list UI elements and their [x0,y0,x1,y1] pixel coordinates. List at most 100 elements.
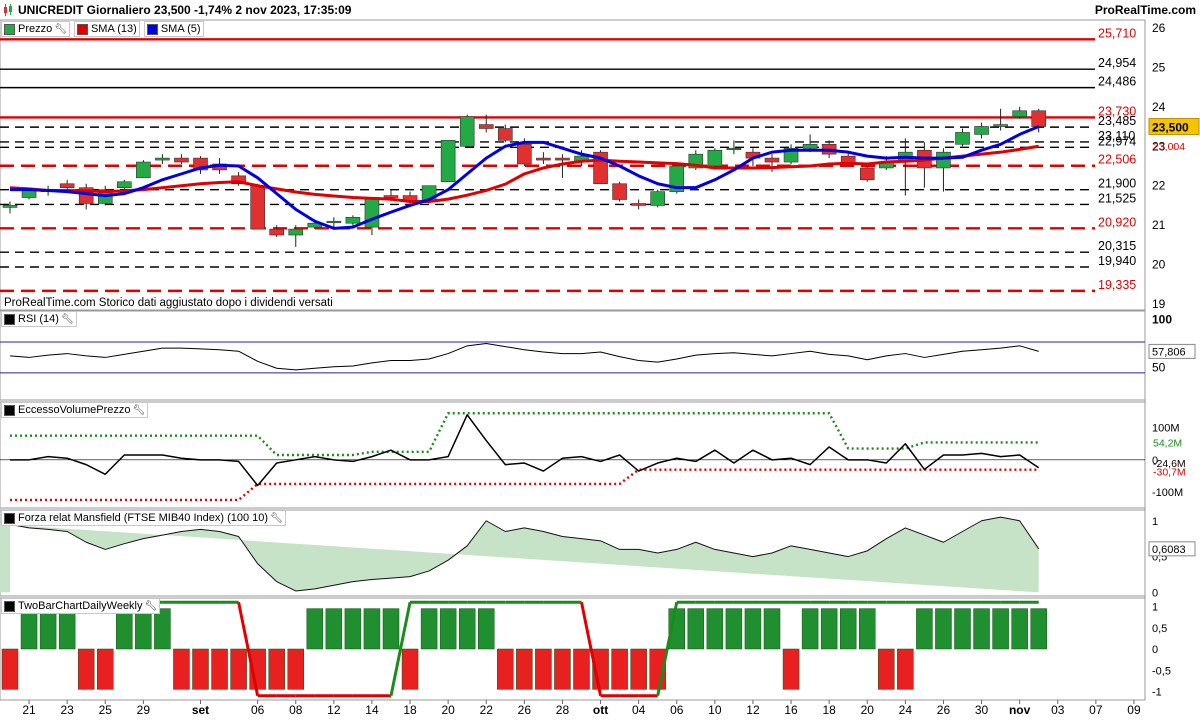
daily-bar [211,648,228,690]
legend-mansfield[interactable]: Forza relat Mansfield (FTSE MIB40 Index)… [1,510,286,526]
daily-bar [77,648,95,690]
twobar-axis-tick: -1 [1152,687,1162,699]
x-axis-tick: 06 [251,703,265,717]
x-axis-tick: 22 [480,703,494,717]
candle-body [993,124,1008,127]
level-label: 25,710 [1098,26,1136,40]
candle-body [269,228,285,236]
daily-bar [820,608,838,650]
price-axis-tick: 19 [1152,297,1166,311]
legend-rsi-swatch [4,313,15,325]
wrench-icon[interactable]: 🔧︎ [133,405,146,416]
twobar-axis-tick: 0 [1152,644,1158,656]
daily-bar [763,608,781,650]
chart-canvas[interactable]: 192021222324252625,71024,95424,48623,730… [0,0,1200,720]
price-axis-tick: 24 [1152,100,1166,114]
legend-twobar[interactable]: TwoBarChartDailyWeekly 🔧︎ [1,598,161,614]
candle-body [59,183,75,188]
rsi-value-label: 57,806 [1152,346,1186,358]
daily-bar [801,608,819,650]
x-axis-tick: 03 [1051,703,1065,717]
mansfield-value-label: 0,6083 [1152,544,1186,556]
legend-price[interactable]: Prezzo 🔧︎ [1,21,70,37]
daily-bar [458,608,476,650]
candle-body [155,157,170,161]
daily-bar [401,648,419,690]
price-axis-tick: 22 [1152,179,1166,193]
rsi-legend: RSI (14) 🔧︎ [1,311,81,327]
evp-value-label: -30,7M [1153,467,1186,479]
legend-evp[interactable]: EccessoVolumePrezzo 🔧︎ [1,402,149,418]
rsi-panel-frame [0,310,1146,401]
daily-bar [230,648,247,690]
sma5-line [10,125,1040,230]
candle-body [383,195,399,198]
level-label: 21,525 [1098,191,1136,205]
rsi-line [9,343,1039,371]
x-axis-tick: 06 [670,703,684,717]
legend-twobar-swatch [4,600,15,612]
x-axis-tick: 25 [99,703,113,717]
candle-body [1012,110,1027,117]
evp-axis-tick: 100M [1152,423,1180,435]
legend-price-label: Prezzo [18,23,53,35]
candle-body [136,161,151,179]
candle-body [250,185,265,230]
daily-bar [573,648,590,690]
rsi-axis-tick: 100 [1152,313,1172,327]
daily-bar [782,648,800,690]
level-label: 22,506 [1098,153,1136,167]
x-axis-tick: 20 [441,703,455,717]
daily-bar [478,608,495,650]
daily-bar [1,648,19,690]
chart-window: UNICREDIT Giornaliero 23,500 -1,74% 2 no… [0,0,1200,720]
wrench-icon[interactable]: 🔧︎ [270,513,283,524]
daily-bar [973,608,990,650]
daily-bar [935,608,952,650]
candle-body [802,143,818,149]
legend-twobar-label: TwoBarChartDailyWeekly [18,600,143,612]
candle-body [764,157,780,163]
daily-bar [611,648,628,690]
x-axis-tick: 07 [1089,703,1103,717]
x-axis-tick: 28 [556,703,570,717]
daily-bar [916,608,933,650]
daily-bar [687,608,705,650]
twobar-axis-tick: 1 [1152,602,1158,614]
wrench-icon[interactable]: 🔧︎ [54,24,67,35]
x-axis-tick: nov [1009,703,1031,717]
legend-rsi[interactable]: RSI (14) 🔧︎ [1,311,77,327]
candle-body [536,157,551,161]
level-label: 24,954 [1098,56,1136,70]
x-axis-tick: 14 [365,703,379,717]
x-axis-tick: 30 [975,703,989,717]
legend-evp-swatch [4,404,15,416]
x-axis-tick: 09 [1127,703,1141,717]
x-axis-tick: 10 [708,703,722,717]
candle-body [2,205,18,208]
daily-bar [287,648,304,690]
wrench-icon[interactable]: 🔧︎ [145,601,158,612]
level-label: 23,004 [1153,141,1185,153]
daily-bar [58,608,76,650]
legend-sma5[interactable]: SMA (5) [143,21,204,37]
daily-bar [954,608,971,650]
evp-value-label: 54,2M [1153,437,1182,449]
evp-lower-line [10,468,1039,502]
daily-bar [497,648,514,690]
x-axis-tick: 20 [861,703,875,717]
x-axis-tick: 18 [403,703,417,717]
x-axis-tick: 16 [784,703,798,717]
level-label: 22,974 [1098,134,1136,148]
daily-bar [268,648,285,690]
daily-bar [516,648,533,690]
x-axis-tick: 29 [137,703,151,717]
legend-sma5-swatch [146,23,158,35]
daily-bar [744,608,762,650]
level-label: 19,940 [1098,254,1136,268]
price-axis-tick: 26 [1152,21,1166,35]
twobar-legend: TwoBarChartDailyWeekly 🔧︎ [1,598,164,614]
legend-sma13[interactable]: SMA (13) [73,21,140,37]
wrench-icon[interactable]: 🔧︎ [61,314,74,325]
evp-upper-line [10,412,1039,457]
